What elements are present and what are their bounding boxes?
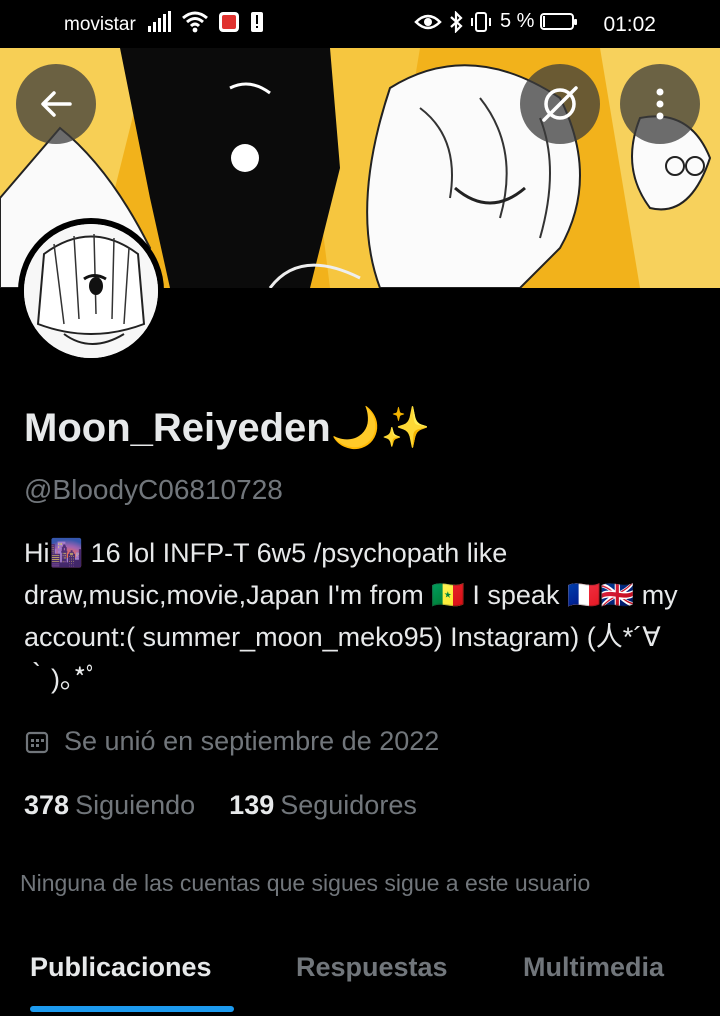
- eye-icon: [414, 14, 442, 29]
- follow-stats: 378 Siguiendo 139 Seguidores: [24, 790, 417, 821]
- following-link[interactable]: 378 Siguiendo: [24, 790, 195, 821]
- followers-label: Seguidores: [280, 790, 417, 820]
- user-handle: @BloodyC06810728: [24, 474, 283, 505]
- avatar-image: [24, 224, 158, 358]
- status-left-icons: [148, 11, 264, 33]
- wifi-icon: [182, 11, 208, 33]
- tab-publicaciones[interactable]: Publicaciones: [30, 952, 212, 983]
- status-bar: movistar 5 % 01:02: [0, 0, 720, 48]
- battery-icon: [540, 13, 578, 30]
- join-date: Se unió en septiembre de 2022: [24, 726, 439, 757]
- vibrate-icon: [471, 11, 491, 32]
- following-count: 378: [24, 790, 70, 820]
- more-options-button[interactable]: [620, 64, 700, 144]
- back-button[interactable]: [16, 64, 96, 144]
- sync-off-icon: [542, 86, 578, 122]
- avatar[interactable]: [18, 218, 164, 364]
- clock: 01:02: [603, 13, 656, 36]
- status-right-icons: 5 %: [414, 10, 578, 33]
- active-tab-indicator: [30, 1006, 234, 1012]
- battery-percent: 5 %: [500, 10, 535, 32]
- profile-bio: Hi🌆 16 lol INFP-T 6w5 /psychopath like d…: [24, 538, 678, 694]
- sync-button[interactable]: [520, 64, 600, 144]
- alert-icon: [251, 12, 263, 32]
- tab-multimedia[interactable]: Multimedia: [523, 952, 664, 983]
- profile-tabs: Publicaciones Respuestas Multimedia: [0, 936, 720, 1016]
- tab-respuestas[interactable]: Respuestas: [296, 952, 448, 983]
- arrow-left-icon: [41, 91, 72, 117]
- display-name: Moon_Reiyeden🌙✨: [24, 406, 431, 450]
- followers-count: 139: [229, 790, 275, 820]
- followers-link[interactable]: 139 Seguidores: [229, 790, 417, 821]
- following-label: Siguiendo: [75, 790, 196, 820]
- pdf-notification-icon: [219, 12, 239, 32]
- signal-icon: [148, 11, 171, 32]
- carrier-name: movistar: [64, 14, 136, 35]
- join-date-text: Se unió en septiembre de 2022: [64, 726, 440, 756]
- mutual-followers-note: Ninguna de las cuentas que sigues sigue …: [20, 870, 591, 896]
- calendar-icon: [25, 731, 49, 753]
- bluetooth-icon: [450, 10, 463, 33]
- more-vertical-icon: [656, 88, 664, 120]
